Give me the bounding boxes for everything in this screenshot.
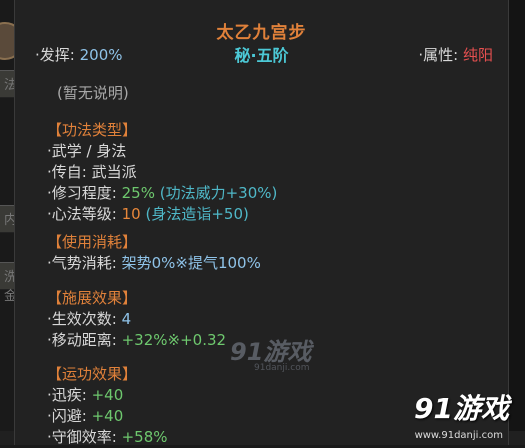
effectiveness-stat: ·发挥: 200%: [35, 44, 123, 65]
section-title: 【运功效果】: [47, 365, 138, 383]
watermark-corner-url: www.91danji.com: [414, 430, 503, 441]
skill-tooltip: 太乙九宫步 秘·五阶 ·发挥: 200% ·属性: 纯阳 (暂无说明) 【功法类…: [14, 0, 509, 448]
section-cost: 【使用消耗】 ·气势消耗: 架势0%※提气100%: [47, 232, 261, 274]
watermark-corner: 91游戏: [414, 392, 509, 425]
section-title: 【功法类型】: [47, 121, 138, 139]
cast-times: ·生效次数: 4: [47, 309, 226, 330]
defense-value: +58%: [121, 428, 168, 446]
level-value: 10: [121, 205, 141, 223]
origin-value: 武当派: [91, 163, 137, 181]
dodge-stat: ·闪避: +40: [47, 406, 168, 427]
skill-category: ·武学 / 身法: [47, 142, 127, 160]
level-bonus: (身法造诣+50): [145, 205, 249, 223]
move-distance-value: +32%※+0.32: [121, 331, 227, 349]
section-title: 【施展效果】: [47, 289, 138, 307]
mastery-bonus: (功法威力+30%): [159, 184, 278, 202]
effectiveness-label: ·发挥:: [35, 46, 75, 64]
mastery-value: 25%: [121, 184, 155, 202]
effectiveness-value: 200%: [79, 46, 123, 64]
swift-label: ·迅疾:: [47, 386, 87, 404]
level-label: ·心法等级:: [47, 205, 117, 223]
attribute-label: ·属性:: [418, 46, 459, 64]
skill-title: 太乙九宫步: [216, 23, 307, 43]
dodge-label: ·闪避:: [47, 407, 87, 425]
attribute-stat: ·属性: 纯阳: [418, 44, 493, 65]
qi-cost-value: 架势0%※提气100%: [121, 254, 261, 272]
cast-times-value: 4: [121, 310, 132, 328]
skill-description: (暂无说明): [57, 84, 129, 102]
mastery-label: ·修习程度:: [47, 184, 117, 202]
section-skill-type: 【功法类型】 ·武学 / 身法 ·传自: 武当派 ·修习程度: 25% (功法威…: [47, 120, 277, 225]
section-run-effect: 【运功效果】 ·迅疾: +40 ·闪避: +40 ·守御效率: +58%: [47, 364, 168, 448]
watermark-center-text: 91游戏: [230, 338, 312, 366]
swift-stat: ·迅疾: +40: [47, 385, 168, 406]
move-distance-label: ·移动距离:: [47, 331, 117, 349]
cast-times-label: ·生效次数:: [47, 310, 117, 328]
skill-mastery: ·修习程度: 25% (功法威力+30%): [47, 183, 277, 204]
skill-origin: ·传自: 武当派: [47, 162, 277, 183]
qi-cost: ·气势消耗: 架势0%※提气100%: [47, 253, 261, 274]
section-title: 【使用消耗】: [47, 233, 138, 251]
section-cast-effect: 【施展效果】 ·生效次数: 4 ·移动距离: +32%※+0.32: [47, 288, 226, 351]
skill-level: ·心法等级: 10 (身法造诣+50): [47, 204, 277, 225]
qi-cost-label: ·气势消耗:: [47, 254, 117, 272]
attribute-value: 纯阳: [462, 46, 493, 64]
move-distance: ·移动距离: +32%※+0.32: [47, 330, 226, 351]
swift-value: +40: [91, 386, 124, 404]
defense-label: ·守御效率:: [47, 428, 117, 446]
watermark-center: 91游戏 91danji.com: [230, 332, 311, 373]
origin-label: ·传自:: [47, 163, 87, 181]
dodge-value: +40: [91, 407, 124, 425]
watermark-center-url: 91danji.com: [254, 363, 310, 373]
